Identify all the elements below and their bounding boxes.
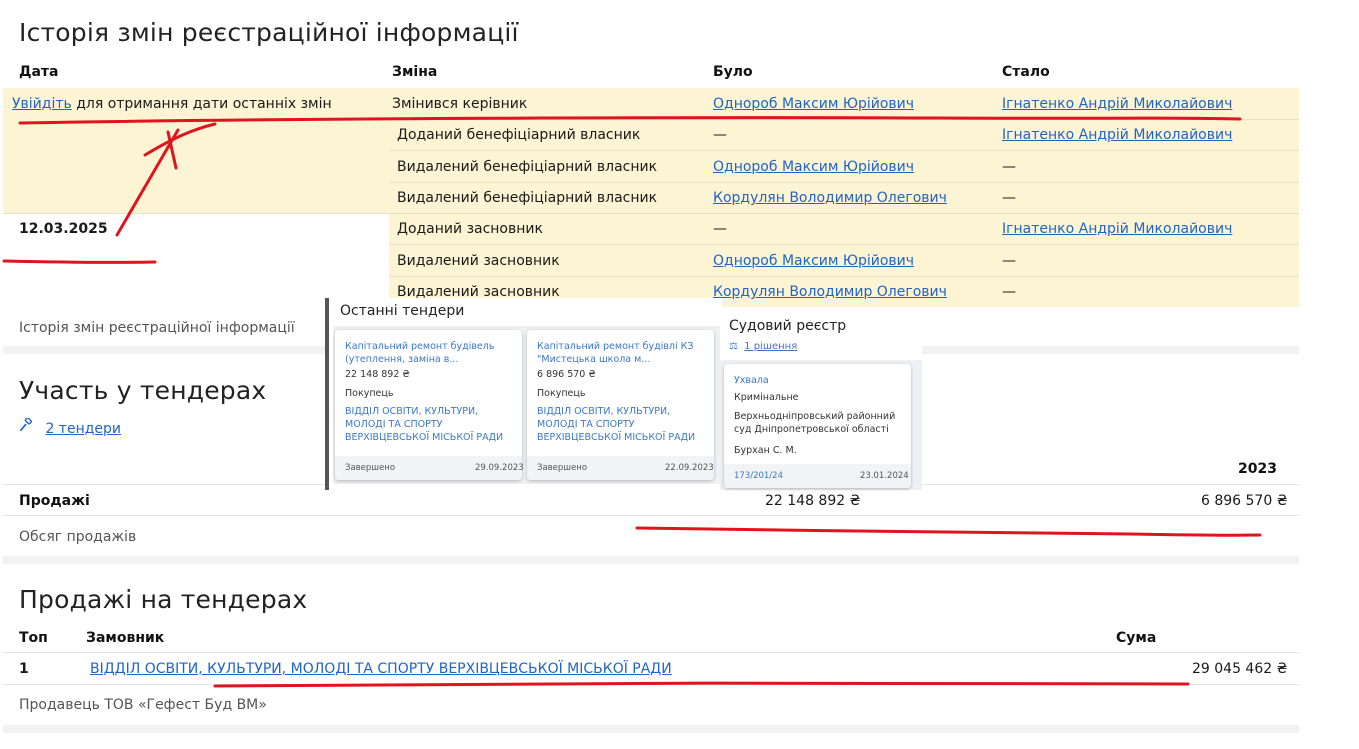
arrow-mark: [115, 128, 180, 237]
underline-mark: [18, 116, 1242, 125]
red-annotations: [2, 116, 1262, 688]
underline-mark: [635, 526, 1262, 537]
underline-mark: [2, 259, 157, 264]
arrow-mark: [143, 122, 217, 157]
underline-mark: [213, 681, 1190, 688]
